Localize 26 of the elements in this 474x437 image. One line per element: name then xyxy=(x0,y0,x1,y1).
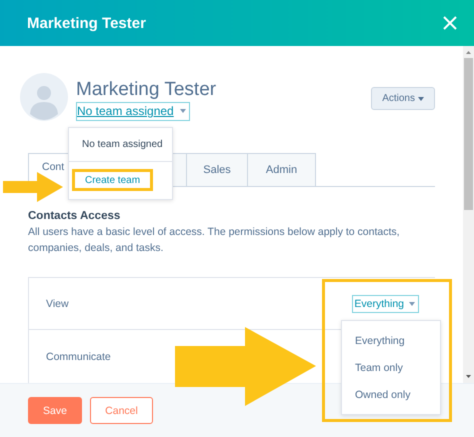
menu-item[interactable]: Everything xyxy=(342,327,440,354)
menu-item[interactable]: Owned only xyxy=(342,381,440,408)
section-title: Contacts Access xyxy=(28,210,122,222)
menu-item[interactable]: Create team xyxy=(72,169,153,191)
actions-button[interactable]: Actions xyxy=(371,87,435,110)
arrow-icon xyxy=(175,327,316,406)
caret-icon xyxy=(409,302,415,306)
menu-item[interactable]: No team assigned xyxy=(69,128,172,162)
arrow-icon xyxy=(3,172,63,202)
avatar-icon xyxy=(20,73,68,121)
menu-item[interactable]: Team only xyxy=(342,354,440,381)
tab[interactable]: Sales xyxy=(187,153,248,187)
tab[interactable]: Admin xyxy=(248,153,316,187)
permission-dropdown[interactable]: Everything xyxy=(352,294,419,312)
permission-label: View xyxy=(46,298,69,310)
user-name: Marketing Tester xyxy=(76,79,216,101)
scrollbar[interactable] xyxy=(463,46,474,383)
close-icon[interactable] xyxy=(443,16,457,30)
save-button[interactable]: Save xyxy=(28,397,82,424)
section-description: All users have a basic level of access. The permissions below apply to contacts, companies, deals, and tasks. xyxy=(28,225,401,256)
caret-icon xyxy=(418,96,424,100)
window-title: Marketing Tester xyxy=(27,14,146,32)
caret-icon xyxy=(180,109,186,113)
cancel-button[interactable]: Cancel xyxy=(90,397,153,424)
team-dropdown[interactable]: No team assigned xyxy=(76,102,190,121)
permission-label: Communicate xyxy=(46,350,111,362)
